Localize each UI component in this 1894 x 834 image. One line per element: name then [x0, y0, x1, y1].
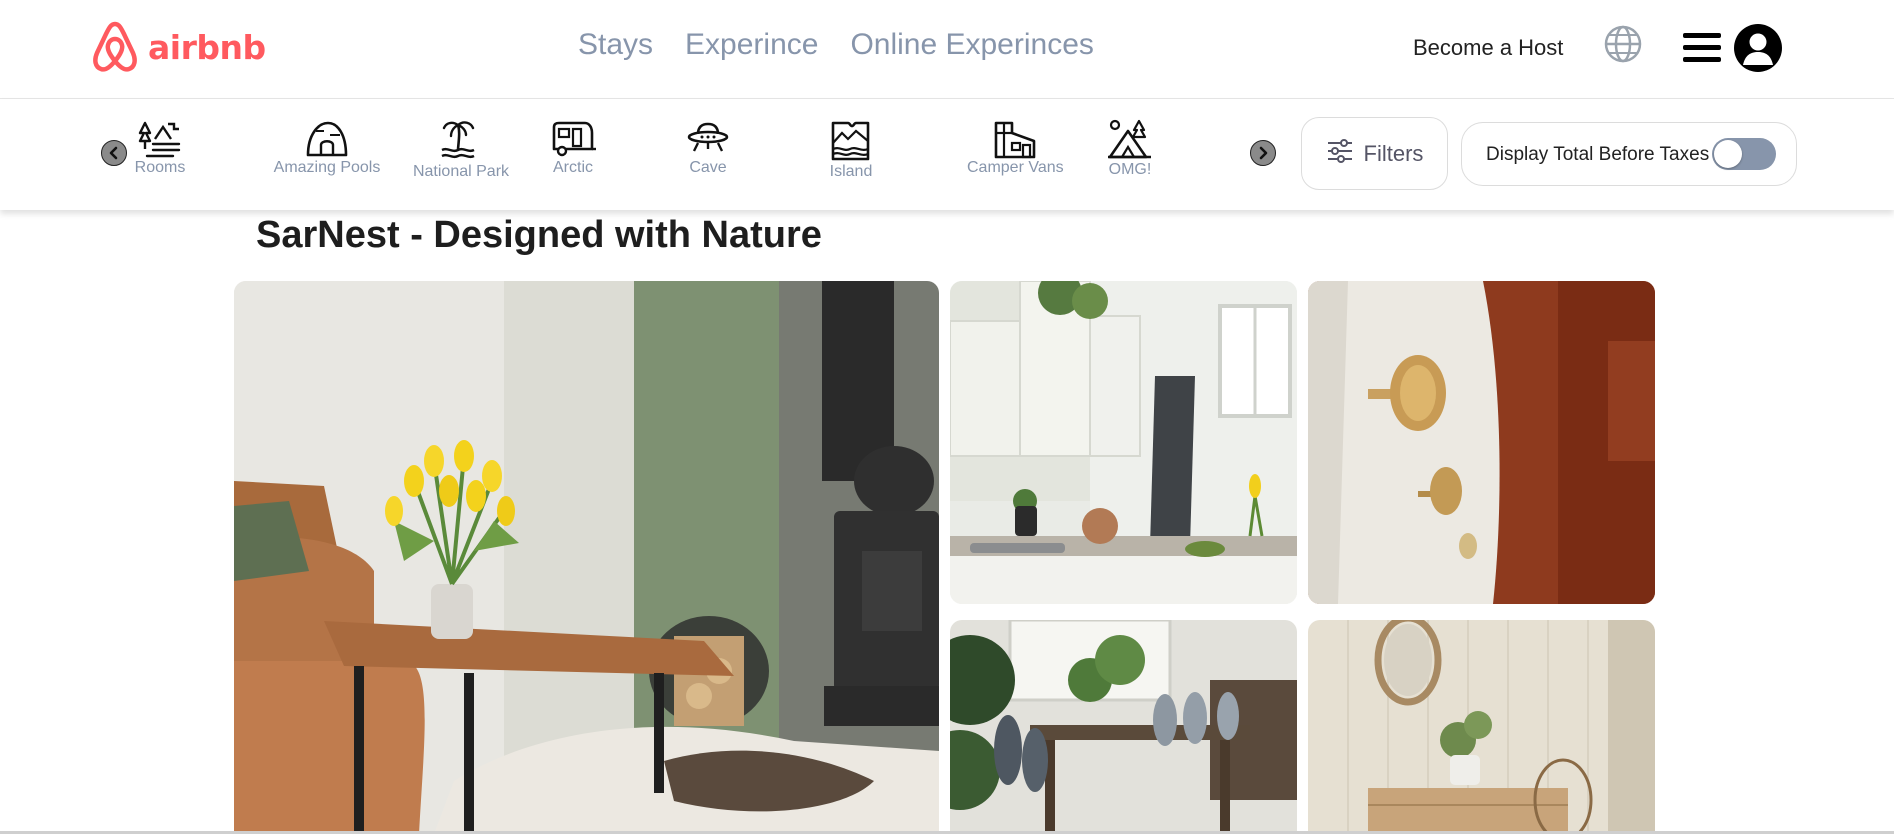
toggle-knob: [1714, 140, 1742, 168]
cave-icon: [683, 119, 733, 159]
nav-stays[interactable]: Stays: [578, 28, 653, 62]
category-arctic[interactable]: Arctic: [548, 119, 598, 177]
category-label: Island: [829, 163, 873, 180]
living-room-photo[interactable]: [234, 281, 939, 834]
category-omg[interactable]: OMG!: [1106, 119, 1154, 179]
island-icon: [826, 119, 876, 163]
listing-title: SarNest - Designed with Nature: [256, 214, 822, 256]
airbnb-logo[interactable]: airbnb: [90, 20, 266, 74]
user-avatar-icon[interactable]: [1734, 24, 1782, 72]
category-cave[interactable]: Cave: [683, 119, 733, 177]
globe-icon[interactable]: [1604, 25, 1642, 68]
brand-name: airbnb: [148, 27, 266, 67]
mirror-dresser-photo[interactable]: [1308, 620, 1655, 834]
cabinet-knobs-photo[interactable]: [1308, 281, 1655, 604]
category-amazing-pools[interactable]: Amazing Pools: [272, 119, 382, 177]
display-total-toggle[interactable]: [1712, 138, 1776, 170]
display-total-label: Display Total Before Taxes: [1486, 144, 1710, 165]
kitchen-photo[interactable]: [950, 281, 1297, 604]
category-island[interactable]: Island: [826, 119, 876, 181]
category-label: Cave: [689, 159, 727, 176]
category-label: OMG!: [1108, 161, 1152, 178]
main-nav: Stays Experince Online Experinces: [578, 28, 1094, 62]
arctic-icon: [548, 119, 598, 159]
category-national-park[interactable]: National Park: [411, 119, 511, 181]
category-label: National Park: [412, 163, 510, 180]
nav-online-experinces[interactable]: Online Experinces: [850, 28, 1093, 62]
category-rooms[interactable]: Rooms: [130, 119, 190, 177]
category-label: Camper Vans: [967, 159, 1064, 176]
camper-vans-icon: [967, 119, 1063, 159]
nav-experince[interactable]: Experince: [685, 28, 818, 62]
amazing-pools-icon: [272, 119, 382, 159]
category-label: Arctic: [553, 159, 593, 176]
category-label: Rooms: [134, 159, 186, 176]
hamburger-menu-icon[interactable]: [1683, 32, 1721, 69]
filters-button[interactable]: Filters: [1301, 117, 1448, 190]
become-a-host-link[interactable]: Become a Host: [1413, 35, 1563, 61]
rooms-icon: [130, 119, 190, 159]
chevron-left-icon[interactable]: [101, 140, 127, 166]
top-header: airbnb Stays Experince Online Experinces…: [0, 0, 1894, 99]
category-camper-vans[interactable]: Camper Vans: [967, 119, 1064, 177]
omg-icon: [1106, 119, 1154, 161]
display-total-toggle-box: Display Total Before Taxes: [1461, 122, 1797, 186]
dining-room-photo[interactable]: [950, 620, 1297, 834]
filters-label: Filters: [1363, 140, 1424, 166]
airbnb-logo-icon: [90, 20, 140, 74]
category-label: Amazing Pools: [273, 159, 381, 176]
sliders-icon: [1326, 138, 1354, 169]
chevron-right-icon[interactable]: [1250, 140, 1276, 166]
national-park-icon: [411, 119, 511, 163]
